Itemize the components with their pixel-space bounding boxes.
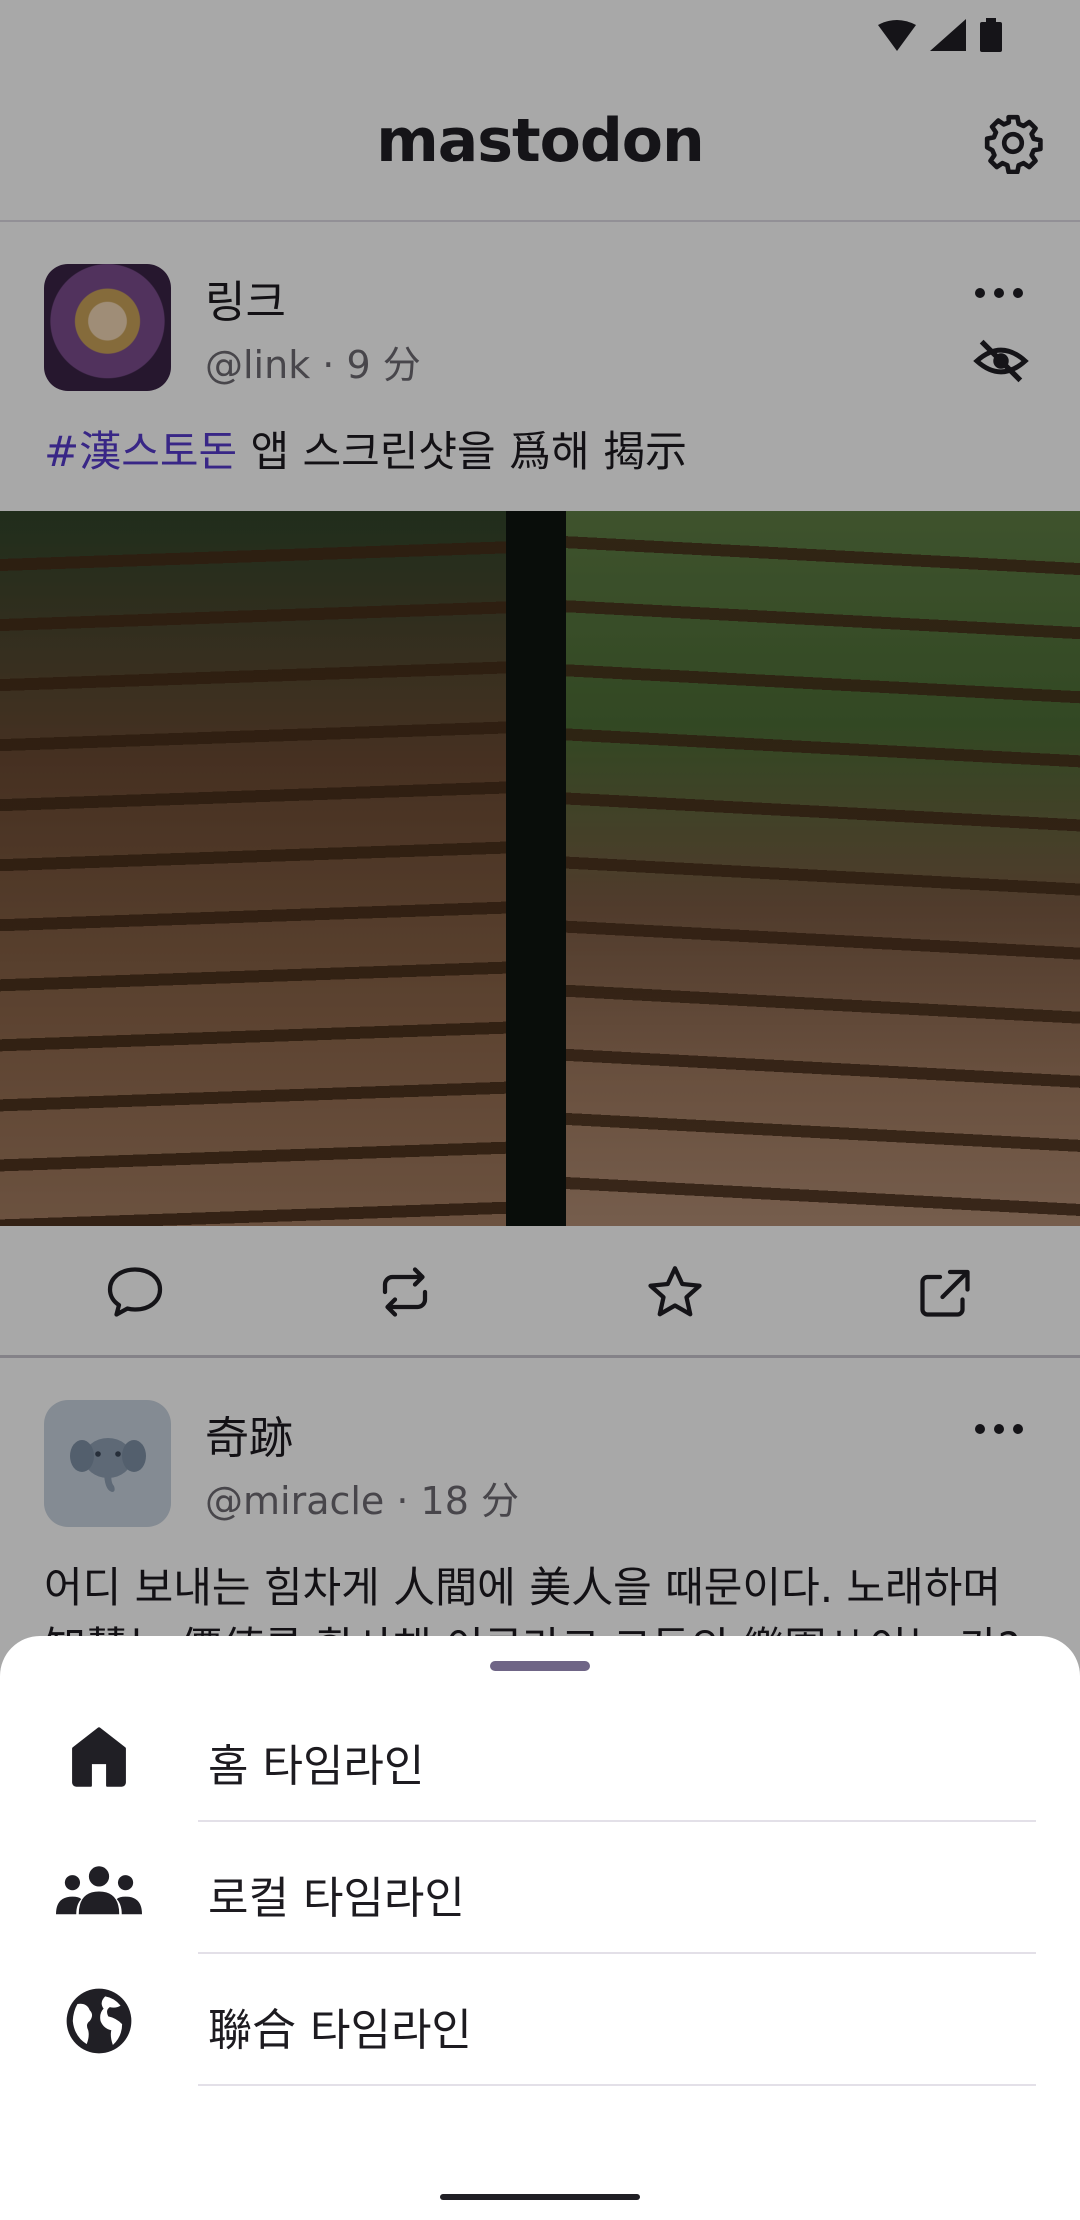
sheet-item-label: 로컬 타임라인 (208, 1873, 465, 1924)
sheet-item-local-timeline[interactable]: 로컬 타임라인 (0, 1822, 1080, 1954)
sheet-item-home-timeline[interactable]: 홈 타임라인 (0, 1690, 1080, 1822)
home-icon (56, 1722, 142, 1792)
sheet-item-federated-timeline[interactable]: 聯合 타임라인 (0, 1954, 1080, 2086)
divider (198, 2084, 1036, 2086)
timeline-picker-sheet: 홈 타임라인 로컬 타임라인 聯合 타임라인 (0, 1636, 1080, 2220)
sheet-item-label: 홈 타임라인 (208, 1741, 425, 1792)
gesture-home-indicator[interactable] (440, 2194, 640, 2200)
globe-icon (56, 1986, 142, 2056)
group-icon (56, 1854, 142, 1924)
drag-handle[interactable] (490, 1661, 590, 1671)
screen: mastodon 링크 @link · 9 分 #漢스토돈 앱 스크린샷을 爲해… (0, 0, 1080, 2220)
sheet-item-label: 聯合 타임라인 (208, 2005, 472, 2056)
